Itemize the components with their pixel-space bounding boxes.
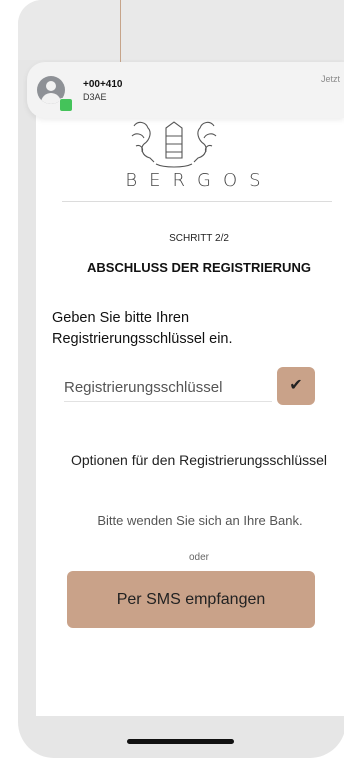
notification-message: D3AE — [83, 92, 107, 102]
brand-wordmark: BERGOS — [125, 170, 273, 191]
phone-frame-top — [18, 0, 344, 60]
notification-sender: +00+410 — [83, 79, 123, 90]
checkmark-icon: ✔ — [289, 377, 303, 394]
step-indicator: SCHRITT 2/2 — [169, 233, 229, 244]
sms-notification-banner[interactable]: +00+410 D3AE Jetzt — [27, 62, 344, 118]
receive-via-sms-button[interactable]: Per SMS empfangen — [67, 571, 315, 628]
guide-line — [120, 0, 121, 68]
instruction-text: Geben Sie bitte Ihren Registrierungsschl… — [52, 310, 233, 347]
bergos-logo-crest — [131, 121, 217, 168]
notification-time: Jetzt — [320, 74, 340, 84]
or-separator: oder — [188, 552, 209, 563]
messages-app-icon — [59, 98, 73, 112]
contact-bank-text: Bitte wenden Sie sich an Ihre Bank. — [97, 513, 303, 528]
options-heading: Optionen für den Registrierungsschlüssel — [70, 452, 328, 468]
confirm-key-button[interactable]: ✔ — [277, 367, 315, 405]
home-indicator[interactable] — [127, 739, 234, 744]
registration-key-input[interactable] — [64, 373, 272, 402]
page-title: ABSCHLUSS DER REGISTRIERUNG — [87, 260, 311, 275]
header-divider — [62, 201, 332, 202]
